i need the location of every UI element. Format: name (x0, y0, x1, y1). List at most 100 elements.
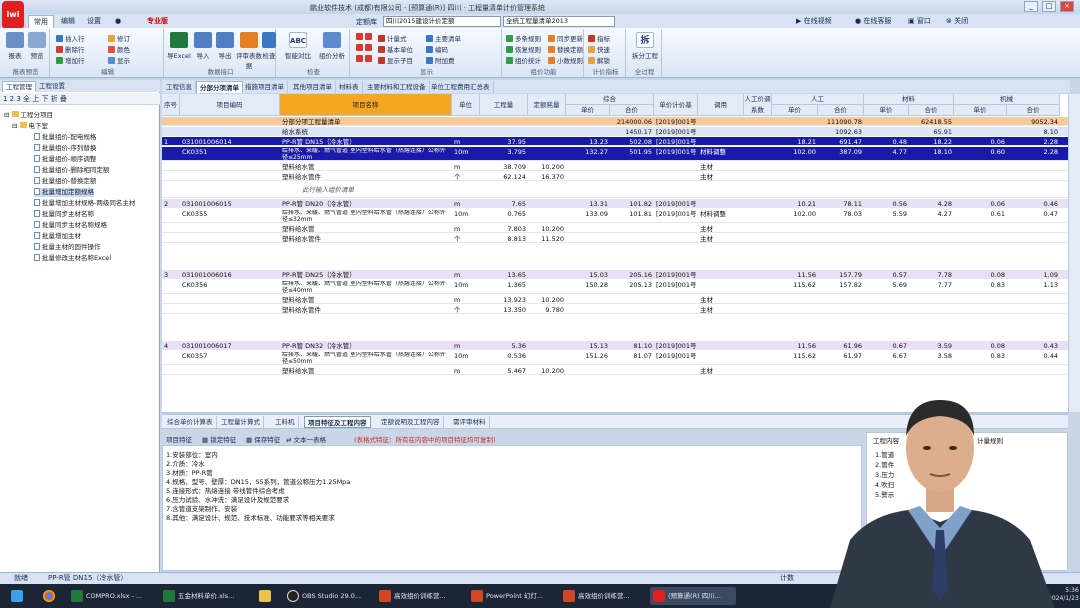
cell-kp[interactable]: 0.06 (956, 138, 1005, 146)
cell-qq[interactable]: 11.520 (530, 235, 564, 243)
cell-qty[interactable]: 5.467 (482, 367, 526, 375)
cell-kt[interactable]: 8.10 (1009, 128, 1058, 136)
cell-lt[interactable]: 1092.63 (820, 128, 862, 136)
col-unit[interactable]: 单位 (452, 94, 480, 116)
table-row[interactable]: CK0351 给排水、采暖、燃气管道 室内塑料给水管（热熔连接）公称外径≤25mm… (162, 147, 1068, 161)
cell-name[interactable]: 给排水、采暖、燃气管道 室内塑料给水管（热熔连接）公称外径≤50mm (282, 352, 450, 365)
table-row[interactable]: 分部分项工程量清单 214000.06 [2019]001号 111090.78 624… (162, 117, 1068, 126)
cell-kt[interactable]: 2.28 (1009, 138, 1058, 146)
ribbon-tab-common[interactable]: 常用 (28, 15, 54, 28)
cell-name[interactable]: 分部分项工程量清单 (282, 118, 450, 126)
cell-kp[interactable]: 0.83 (956, 352, 1005, 360)
taskbar-chrome[interactable] (36, 587, 62, 605)
decimal-rule-button[interactable]: 小数规则 (548, 55, 583, 65)
col-material-price[interactable]: 单价 (864, 105, 909, 116)
cell-adj[interactable]: 主材 (700, 173, 742, 181)
cell-qty[interactable]: 13.350 (482, 306, 526, 314)
surcharge-button[interactable]: 附加费 (426, 55, 455, 65)
cell-basis[interactable]: [2019]001号 (656, 118, 696, 126)
cell-mt[interactable]: 3.58 (911, 352, 952, 360)
table-row[interactable]: 塑料给水管 m 13.923 10.200 主材 (162, 295, 1068, 304)
col-material[interactable]: 材料 (864, 94, 954, 105)
cell-kt[interactable]: 1.13 (1009, 281, 1058, 289)
cell-basis[interactable]: [2019]001号 (656, 352, 696, 360)
tree-root[interactable]: ⊟ 工程分项目 (4, 111, 53, 120)
cell-total[interactable]: 214000.06 (612, 118, 652, 126)
quick-button[interactable]: 快速 (588, 44, 610, 54)
cell-unit[interactable]: m (454, 271, 478, 279)
col-code[interactable]: 项目编码 (180, 94, 280, 116)
cell-seq[interactable]: 2 (164, 200, 178, 208)
cell-lt[interactable]: 157.82 (820, 281, 862, 289)
tab-measures[interactable]: 措施项目清单 (242, 81, 288, 93)
cell-seq[interactable]: 4 (164, 342, 178, 350)
cell-total[interactable]: 81.07 (612, 352, 652, 360)
tree-item[interactable]: 批量组价-顺序调整 (34, 155, 96, 164)
taskbar-ppt-2[interactable]: PowerPoint 幻灯... (468, 587, 556, 605)
cell-unit[interactable]: 个 (454, 306, 478, 314)
cell-name[interactable]: 给排水、采暖、燃气管道 室内塑料给水管（热熔连接）公称外径≤32mm (282, 210, 450, 223)
cell-qty[interactable]: 1.365 (482, 281, 526, 289)
col-machine[interactable]: 机械 (954, 94, 1060, 105)
col-adjust[interactable]: 调用 (698, 94, 744, 116)
cell-lp[interactable]: 11.56 (774, 271, 816, 279)
tree-item[interactable]: 批量同步主材名称规格 (34, 221, 107, 230)
cell-adj[interactable]: 主材 (700, 296, 742, 304)
revise-button[interactable]: 修订 (108, 33, 130, 43)
text-table-toggle[interactable]: ⇄ 文本一表格 (286, 434, 326, 444)
table-row[interactable]: 4 031001006017 PP-R管 DN32（冷水管） m 5.36 15.13 81… (162, 341, 1068, 350)
cell-name[interactable]: 塑料给水管件 (282, 173, 450, 181)
tree-item[interactable]: 批量组价-删除相同定额 (34, 166, 109, 175)
cell-name[interactable]: 塑料给水管 (282, 296, 450, 304)
cell-code[interactable]: 031001006014 (182, 138, 278, 146)
tab-bill-items[interactable]: 分部分项清单 (196, 81, 243, 93)
cell-kt[interactable]: 0.43 (1009, 342, 1058, 350)
cell-kt[interactable]: 0.44 (1009, 352, 1058, 360)
cell-mt[interactable]: 7.77 (911, 281, 952, 289)
cell-lp[interactable]: 18.21 (774, 138, 816, 146)
col-material-total[interactable]: 合价 (909, 105, 954, 116)
cell-unit[interactable]: m (454, 225, 478, 233)
table-row[interactable]: 1 031001006014 PP-R管 DN15（冷水管） m 37.95 13.23 5… (162, 137, 1068, 146)
taskbar-explorer[interactable] (252, 587, 278, 605)
cell-total[interactable]: 101.81 (612, 210, 652, 218)
tab-materials[interactable]: 材料表 (336, 81, 363, 93)
main-bill-button[interactable]: 主要清单 (426, 33, 461, 43)
cell-qty[interactable]: 0.536 (482, 352, 526, 360)
table-row[interactable]: CK0356 给排水、采暖、燃气管道 室内塑料给水管（热熔连接）公称外径≤40mm… (162, 280, 1068, 294)
cell-adj[interactable]: 材料调整 (700, 148, 742, 156)
online-video-link[interactable]: ▶ 在线视频 (796, 16, 832, 26)
start-button[interactable] (4, 587, 30, 605)
cell-lp[interactable]: 115.62 (774, 281, 816, 289)
cell-price[interactable]: 151.26 (568, 352, 608, 360)
tree-item[interactable]: 批量组价-替换定额 (34, 177, 96, 186)
ribbon-tab-help-icon[interactable]: ● (110, 15, 126, 28)
cell-kp[interactable]: 0.08 (956, 342, 1005, 350)
preview-button[interactable]: 预览 (24, 32, 50, 60)
cell-qq[interactable]: 10.200 (530, 225, 564, 233)
tree-item[interactable]: 批量修改主材名称Excel (34, 254, 111, 263)
cell-code[interactable]: 031001006016 (182, 271, 278, 279)
table-row[interactable]: 塑料给水管件个 13.350 9.780 主材 (162, 305, 1068, 314)
table-row[interactable]: 此行输入组价清单 (162, 182, 1068, 198)
minimize-button[interactable]: _ (1024, 1, 1038, 12)
cell-qty[interactable]: 62.124 (482, 173, 526, 181)
cell-unit[interactable]: m (454, 367, 478, 375)
tab-qty-formula[interactable]: 工程量计算式 (218, 416, 264, 428)
tree-item[interactable]: 批量同步主材名称 (34, 210, 94, 219)
unlock-button[interactable]: 解锁 (588, 55, 610, 65)
tab-quota-desc[interactable]: 定额说明及工程内容 (378, 416, 444, 428)
cell-mt[interactable]: 18.22 (911, 138, 952, 146)
cell-unit[interactable]: m (454, 342, 478, 350)
cell-basis[interactable]: [2019]001号 (656, 148, 696, 156)
cell-qty[interactable]: 0.765 (482, 210, 526, 218)
display-icon-c[interactable] (356, 55, 374, 63)
table-row[interactable]: 塑料给水管件个 62.124 16.370 主材 (162, 172, 1068, 181)
cell-qty[interactable]: 7.65 (482, 200, 526, 208)
cell-name[interactable]: 塑料给水管件 (282, 235, 450, 243)
table-row[interactable]: 塑料给水管件个 8.813 11.520 主材 (162, 234, 1068, 243)
cell-lt[interactable]: 691.47 (820, 138, 862, 146)
cell-kp[interactable]: 0.08 (956, 271, 1005, 279)
cell-kt[interactable]: 0.46 (1009, 200, 1058, 208)
cell-code[interactable]: CK0356 (182, 281, 278, 289)
